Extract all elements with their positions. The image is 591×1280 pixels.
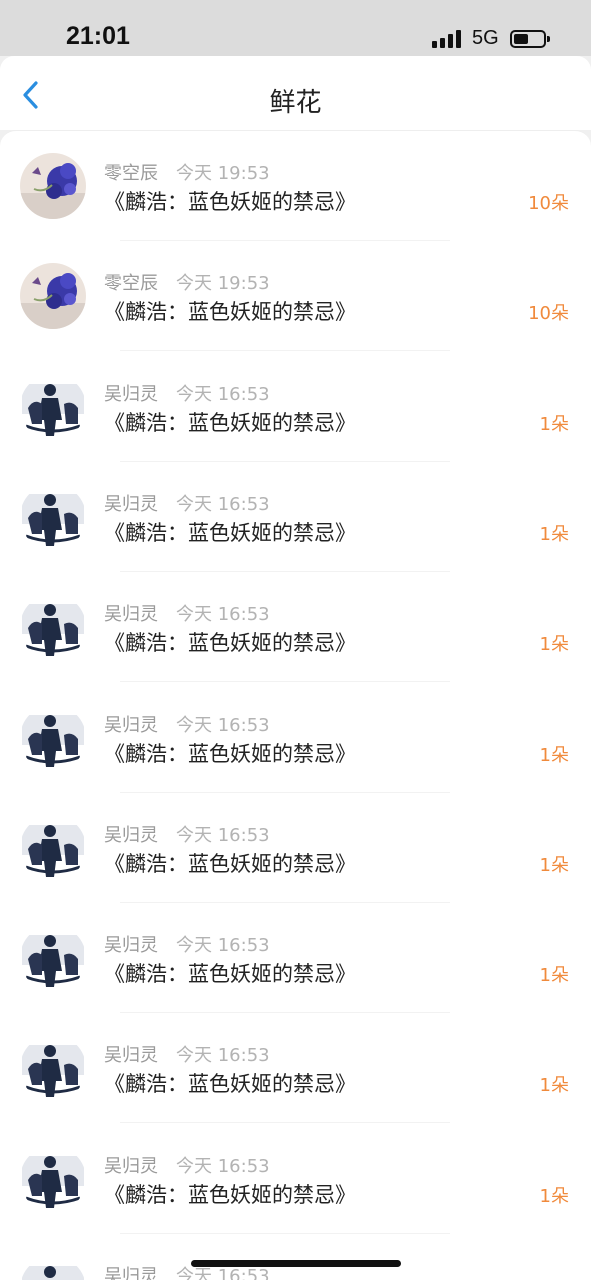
status-bar: 21:01 5G <box>0 0 591 56</box>
book-title[interactable]: 《麟浩：蓝色妖姬的禁忌》 <box>104 1179 356 1209</box>
list-item[interactable]: 吴归灵 今天 16:53 《麟浩：蓝色妖姬的禁忌》 1朵 <box>0 903 591 1014</box>
avatar[interactable] <box>20 483 86 550</box>
flower-count: 1朵 <box>539 413 569 435</box>
gift-time: 今天 16:53 <box>176 604 270 626</box>
flower-count: 1朵 <box>539 523 569 545</box>
flower-count: 10朵 <box>528 193 569 214</box>
gift-time: 今天 16:53 <box>176 935 270 957</box>
sender-name[interactable]: 零空辰 <box>104 269 158 295</box>
list-item[interactable]: 吴归灵 今天 16:53 《麟浩：蓝色妖姬的禁忌》 1朵 <box>0 1124 591 1234</box>
avatar[interactable] <box>20 1256 86 1280</box>
avatar[interactable] <box>20 373 86 440</box>
sender-name[interactable]: 吴归灵 <box>104 931 158 957</box>
sender-name[interactable]: 吴归灵 <box>104 490 158 516</box>
gift-time: 今天 16:53 <box>176 493 270 515</box>
sender-name[interactable]: 吴归灵 <box>104 1262 158 1280</box>
flower-count: 1朵 <box>539 1075 569 1097</box>
flower-count: 1朵 <box>539 744 569 766</box>
sender-name[interactable]: 吴归灵 <box>104 1152 158 1178</box>
list-item[interactable]: 吴归灵 今天 16:53 《麟浩：蓝色妖姬的禁忌》 1朵 <box>0 572 591 683</box>
home-indicator <box>191 1260 401 1267</box>
sender-name[interactable]: 零空辰 <box>104 159 158 185</box>
list-item[interactable]: 吴归灵 今天 16:53 《麟浩：蓝色妖姬的禁忌》 1朵 <box>0 462 591 572</box>
list-item[interactable]: 吴归灵 今天 16:53 《麟浩：蓝色妖姬的禁忌》 1朵 <box>0 1013 591 1124</box>
sender-name[interactable]: 吴归灵 <box>104 821 158 847</box>
flower-count: 1朵 <box>539 1185 569 1207</box>
book-title[interactable]: 《麟浩：蓝色妖姬的禁忌》 <box>104 627 356 657</box>
avatar[interactable] <box>20 153 86 219</box>
page-title: 鲜花 <box>269 88 322 118</box>
book-title[interactable]: 《麟浩：蓝色妖姬的禁忌》 <box>104 296 356 326</box>
network-type: 5G <box>472 27 499 49</box>
avatar[interactable] <box>20 1035 86 1102</box>
status-time: 21:01 <box>66 22 130 50</box>
gift-list: 零空辰 今天 19:53 《麟浩：蓝色妖姬的禁忌》 10朵 零空辰 今天 19:53 《麟… <box>0 130 591 1280</box>
nav-bar: 鲜花 <box>0 56 591 130</box>
gift-time: 今天 19:53 <box>176 273 270 295</box>
flower-count: 1朵 <box>539 854 569 876</box>
flower-count: 1朵 <box>539 634 569 656</box>
sender-name[interactable]: 吴归灵 <box>104 1041 158 1067</box>
flower-count: 10朵 <box>528 303 569 325</box>
gift-time: 今天 16:53 <box>176 1045 270 1067</box>
gift-time: 今天 19:53 <box>176 163 270 184</box>
flower-count: 1朵 <box>539 965 569 987</box>
avatar[interactable] <box>20 814 86 881</box>
avatar[interactable] <box>20 594 86 661</box>
avatar[interactable] <box>20 1145 86 1212</box>
book-title[interactable]: 《麟浩：蓝色妖姬的禁忌》 <box>104 848 356 878</box>
sender-name[interactable]: 吴归灵 <box>104 380 158 406</box>
gift-time: 今天 16:53 <box>176 383 270 405</box>
book-title[interactable]: 《麟浩：蓝色妖姬的禁忌》 <box>104 407 356 437</box>
signal-icon <box>432 30 464 48</box>
avatar[interactable] <box>20 263 86 330</box>
book-title[interactable]: 《麟浩：蓝色妖姬的禁忌》 <box>104 1068 356 1098</box>
list-item[interactable]: 吴归灵 今天 16:53 《麟浩：蓝色妖姬的禁忌》 1朵 <box>0 793 591 903</box>
gift-time: 今天 16:53 <box>176 824 270 846</box>
list-item[interactable]: 吴归灵 今天 16:53 《麟浩：蓝色妖姬的禁忌》 1朵 <box>0 352 591 462</box>
sender-name[interactable]: 吴归灵 <box>104 711 158 737</box>
list-item[interactable]: 零空辰 今天 19:53 《麟浩：蓝色妖姬的禁忌》 10朵 <box>0 131 591 241</box>
gift-time: 今天 16:53 <box>176 1155 270 1177</box>
avatar[interactable] <box>20 704 86 771</box>
list-item[interactable]: 吴归灵 今天 16:53 <box>0 1234 591 1280</box>
battery-icon <box>510 30 550 48</box>
sender-name[interactable]: 吴归灵 <box>104 600 158 626</box>
list-item[interactable]: 零空辰 今天 19:53 《麟浩：蓝色妖姬的禁忌》 10朵 <box>0 241 591 352</box>
avatar[interactable] <box>20 925 86 992</box>
book-title[interactable]: 《麟浩：蓝色妖姬的禁忌》 <box>104 517 356 547</box>
book-title[interactable]: 《麟浩：蓝色妖姬的禁忌》 <box>104 186 356 216</box>
book-title[interactable]: 《麟浩：蓝色妖姬的禁忌》 <box>104 958 356 988</box>
book-title[interactable]: 《麟浩：蓝色妖姬的禁忌》 <box>104 738 356 768</box>
list-item[interactable]: 吴归灵 今天 16:53 《麟浩：蓝色妖姬的禁忌》 1朵 <box>0 683 591 793</box>
gift-time: 今天 16:53 <box>176 714 270 736</box>
